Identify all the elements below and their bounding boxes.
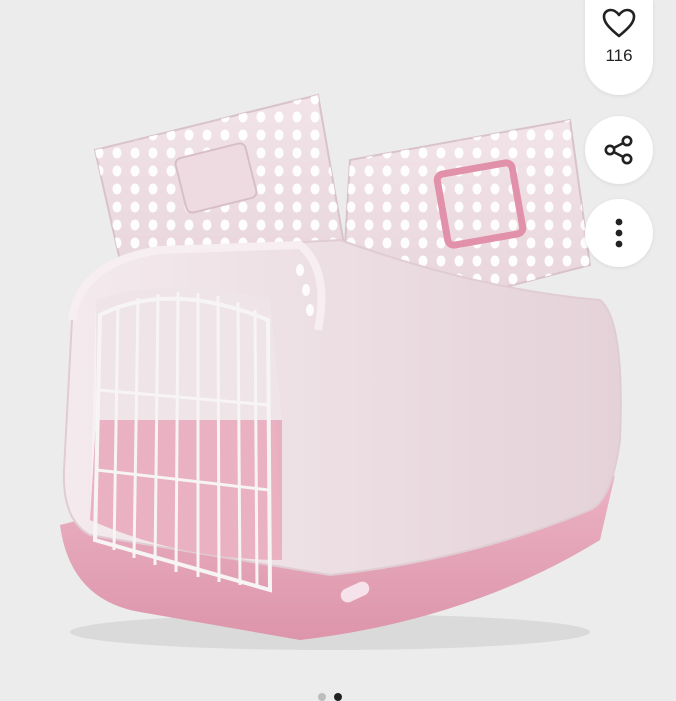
product-photo <box>0 0 676 700</box>
heart-icon <box>602 8 636 38</box>
more-vertical-icon <box>615 218 623 248</box>
share-icon <box>604 135 633 165</box>
share-button[interactable] <box>585 116 653 184</box>
favorite-button[interactable]: 116 <box>585 0 653 95</box>
like-count: 116 <box>605 46 633 65</box>
more-options-button[interactable] <box>585 199 653 267</box>
